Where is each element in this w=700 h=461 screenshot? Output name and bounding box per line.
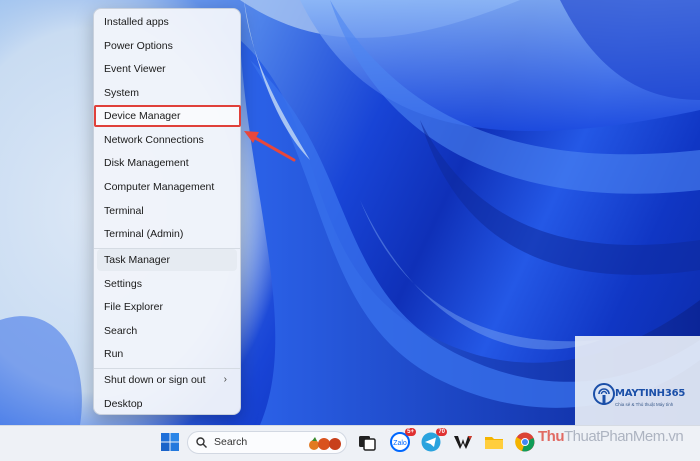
file-explorer-icon[interactable]	[483, 431, 505, 453]
windows-start-icon[interactable]	[160, 432, 180, 452]
watermark-red-part: Thu	[538, 428, 565, 445]
search-icon	[196, 437, 207, 448]
winx-context-menu: Installed apps Power Options Event Viewe…	[93, 8, 241, 415]
menu-item-device-manager[interactable]: Device Manager	[94, 105, 241, 127]
telegram-icon[interactable]: 70	[420, 428, 447, 453]
maytinh365-logo-icon	[593, 383, 615, 405]
menu-item-system[interactable]: System	[97, 82, 237, 104]
menu-item-event-viewer[interactable]: Event Viewer	[97, 58, 237, 80]
annotation-arrow-icon	[244, 131, 296, 162]
watermark-tagline: Chia sẻ & Thủ thuật Máy tính	[615, 402, 674, 407]
menu-item-power-options[interactable]: Power Options	[97, 35, 237, 57]
menu-item-settings[interactable]: Settings	[97, 273, 237, 295]
telegram-notification-badge: 70	[436, 428, 447, 436]
menu-item-shut-down-or-sign-out[interactable]: Shut down or sign out ›	[97, 369, 237, 391]
taskbar-search-box[interactable]: Search	[187, 431, 347, 454]
widgets-icon	[309, 437, 341, 450]
menu-item-label: Shut down or sign out	[104, 374, 206, 386]
zalo-notification-badge: 5+	[405, 428, 416, 436]
menu-item-desktop[interactable]: Desktop	[97, 393, 237, 415]
site-watermark-text: ThuThuatPhanMem.vn	[538, 428, 684, 445]
menu-item-task-manager[interactable]: Task Manager	[97, 249, 237, 271]
menu-item-search[interactable]: Search	[97, 320, 237, 342]
menu-item-run[interactable]: Run	[97, 343, 237, 365]
svg-text:Zalo: Zalo	[393, 440, 407, 447]
menu-item-network-connections[interactable]: Network Connections	[97, 129, 237, 151]
watermark-brand: MAYTINH365	[615, 388, 686, 399]
chrome-icon[interactable]	[514, 431, 536, 453]
zalo-icon[interactable]: Zalo 5+	[389, 428, 416, 453]
w-app-icon[interactable]	[452, 431, 474, 453]
menu-item-computer-management[interactable]: Computer Management	[97, 176, 237, 198]
task-view-icon[interactable]	[356, 431, 378, 453]
watermark-rest-part: ThuatPhanMem.vn	[564, 428, 684, 445]
menu-item-terminal-admin[interactable]: Terminal (Admin)	[97, 223, 237, 245]
search-label: Search	[214, 436, 248, 448]
chevron-right-icon: ›	[223, 374, 227, 385]
menu-item-installed-apps[interactable]: Installed apps	[97, 11, 237, 33]
menu-item-file-explorer[interactable]: File Explorer	[97, 296, 237, 318]
menu-item-terminal[interactable]: Terminal	[97, 200, 237, 222]
menu-item-disk-management[interactable]: Disk Management	[97, 152, 237, 174]
